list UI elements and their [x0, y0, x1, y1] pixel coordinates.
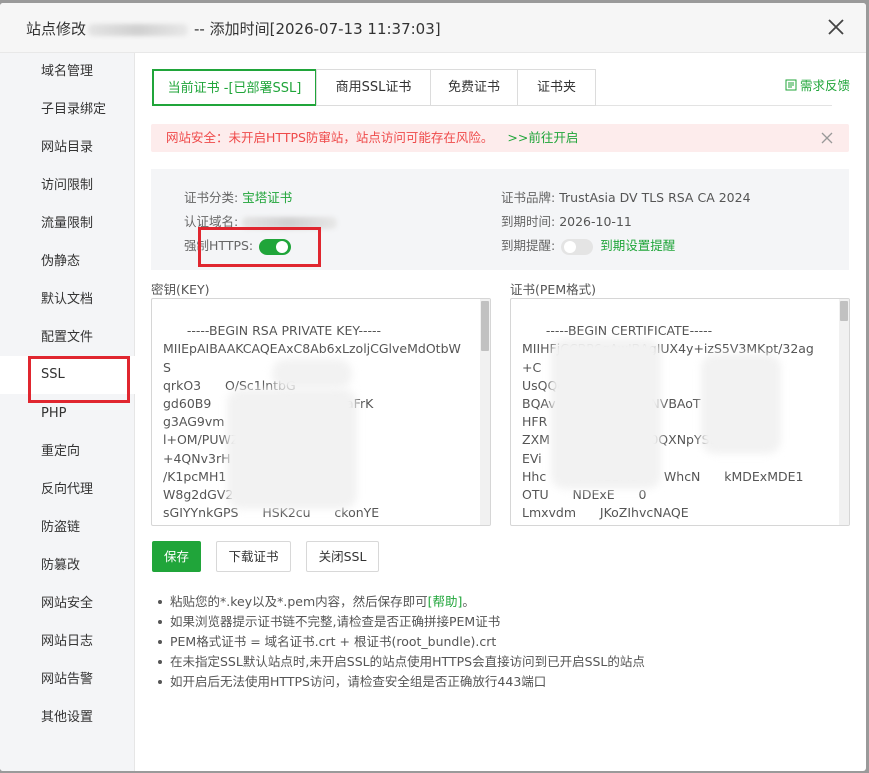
redaction-blur	[551, 339, 661, 489]
key-field-label: 密钥(KEY)	[151, 282, 210, 297]
certificate-textarea[interactable]: -----BEGIN CERTIFICATE----- MIIHFjCCBP6g…	[510, 298, 850, 526]
expiry-reminder-label: 到期提醒:	[501, 238, 556, 253]
alert-message: 网站安全：未开启HTTPS防窜站，站点访问可能存在风险。	[166, 130, 494, 145]
tip-item: 如果浏览器提示证书链不完整,请检查是否正确拼接PEM证书	[158, 612, 848, 632]
feedback-icon	[785, 79, 797, 90]
cert-category-label: 证书分类:	[184, 190, 239, 205]
cert-category-row: 证书分类: 宝塔证书	[184, 187, 292, 206]
site-edit-dialog: 站点修改 -- 添加时间[2026-07-13 11:37:03] 域名管理 子目…	[0, 3, 866, 771]
ssl-panel: 当前证书 -[已部署SSL] 商用SSL证书 免费证书 证书夹 需求反馈 网站安…	[136, 53, 866, 771]
redaction-blur	[227, 389, 357, 509]
tip-item: 如开启后无法使用HTTPS访问，请检查安全组是否正确放行443端口	[158, 672, 848, 692]
cert-brand-row: 证书品牌: TrustAsia DV TLS RSA CA 2024	[501, 187, 751, 206]
cert-info-panel: 证书分类: 宝塔证书 认证域名: 强制HTTPS: 证书品牌: TrustAsi…	[151, 169, 849, 270]
cert-expiry-row: 到期时间: 2026-10-11	[501, 211, 632, 230]
tip-item: 在未指定SSL默认站点时,未开启SSL的站点使用HTTPS会直接访问到已开启SS…	[158, 652, 848, 672]
close-ssl-button[interactable]: 关闭SSL	[306, 541, 379, 572]
dialog-title: 站点修改 -- 添加时间[2026-07-13 11:37:03]	[26, 18, 441, 39]
cert-scrollbar[interactable]	[839, 299, 849, 525]
save-button[interactable]: 保存	[152, 541, 201, 572]
key-scrollbar[interactable]	[480, 299, 490, 525]
dialog-title-prefix: 站点修改	[26, 20, 87, 38]
sidebar-item-site-dir[interactable]: 网站目录	[0, 129, 135, 167]
redaction-blur	[701, 354, 781, 454]
alert-close-icon[interactable]	[821, 132, 833, 144]
sidebar-item-traffic-limit[interactable]: 流量限制	[0, 205, 135, 243]
sidebar-item-redirect[interactable]: 重定向	[0, 433, 135, 471]
tip-item: 粘贴您的*.key以及*.pem内容，然后保存即可[帮助]。	[158, 592, 848, 612]
expiry-reminder-link[interactable]: 到期设置提醒	[600, 238, 675, 253]
sidebar-item-site-alert[interactable]: 网站告警	[0, 661, 135, 699]
ssl-tabs: 当前证书 -[已部署SSL] 商用SSL证书 免费证书 证书夹	[152, 69, 832, 106]
sidebar-item-domain[interactable]: 域名管理	[0, 53, 135, 91]
private-key-textarea[interactable]: -----BEGIN RSA PRIVATE KEY----- MIIEpAIB…	[151, 298, 491, 526]
tip-text: 。	[462, 594, 475, 609]
tab-free-cert[interactable]: 免费证书	[430, 69, 518, 106]
security-alert: 网站安全：未开启HTTPS防窜站，站点访问可能存在风险。 >>前往开启	[151, 124, 849, 152]
close-icon[interactable]	[824, 15, 848, 39]
cert-scroll-thumb[interactable]	[840, 301, 848, 321]
sidebar-item-default-doc[interactable]: 默认文档	[0, 281, 135, 319]
expiry-reminder-row: 到期提醒: 到期设置提醒	[501, 235, 675, 255]
tip-item: PEM格式证书 = 域名证书.crt + 根证书(root_bundle).cr…	[158, 632, 848, 652]
redacted-site-name	[88, 23, 189, 36]
tab-commercial-ssl[interactable]: 商用SSL证书	[316, 69, 431, 106]
sidebar-item-tamper[interactable]: 防篡改	[0, 547, 135, 585]
sidebar-item-config-file[interactable]: 配置文件	[0, 319, 135, 357]
sidebar-item-hotlink[interactable]: 防盗链	[0, 509, 135, 547]
tab-current-cert[interactable]: 当前证书 -[已部署SSL]	[152, 69, 317, 106]
cert-field-label: 证书(PEM格式)	[510, 282, 596, 297]
sidebar-item-ssl[interactable]: SSL	[0, 356, 135, 403]
sidebar-item-php[interactable]: PHP	[0, 395, 135, 433]
help-link[interactable]: [帮助]	[428, 594, 463, 609]
cert-brand-label: 证书品牌:	[501, 190, 556, 205]
tip-text: 粘贴您的*.key以及*.pem内容，然后保存即可	[170, 594, 428, 609]
key-scroll-thumb[interactable]	[481, 301, 489, 351]
sidebar-item-other-settings[interactable]: 其他设置	[0, 699, 135, 737]
feedback-label: 需求反馈	[799, 78, 850, 93]
sidebar-item-reverse-proxy[interactable]: 反向代理	[0, 471, 135, 509]
highlight-box	[198, 227, 321, 267]
cert-brand-value: TrustAsia DV TLS RSA CA 2024	[559, 190, 751, 205]
dialog-title-suffix: -- 添加时间[2026-07-13 11:37:03]	[194, 20, 441, 38]
sidebar-item-rewrite[interactable]: 伪静态	[0, 243, 135, 281]
tab-cert-folder[interactable]: 证书夹	[517, 69, 596, 106]
sidebar-item-site-security[interactable]: 网站安全	[0, 585, 135, 623]
redaction-blur	[272, 359, 352, 389]
cert-expiry-label: 到期时间:	[501, 214, 556, 229]
alert-enable-link[interactable]: >>前往开启	[507, 130, 578, 145]
download-cert-button[interactable]: 下载证书	[216, 541, 291, 572]
sidebar: 域名管理 子目录绑定 网站目录 访问限制 流量限制 伪静态 默认文档 配置文件 …	[0, 53, 135, 771]
expiry-reminder-toggle[interactable]	[561, 238, 594, 255]
sidebar-item-access-limit[interactable]: 访问限制	[0, 167, 135, 205]
feedback-link[interactable]: 需求反馈	[785, 75, 850, 94]
sidebar-item-site-log[interactable]: 网站日志	[0, 623, 135, 661]
tips-list: 粘贴您的*.key以及*.pem内容，然后保存即可[帮助]。 如果浏览器提示证书…	[158, 592, 848, 692]
sidebar-item-subdir[interactable]: 子目录绑定	[0, 91, 135, 129]
cert-category-value: 宝塔证书	[242, 190, 293, 205]
dialog-header: 站点修改 -- 添加时间[2026-07-13 11:37:03]	[0, 3, 866, 53]
cert-expiry-value: 2026-10-11	[559, 214, 632, 229]
